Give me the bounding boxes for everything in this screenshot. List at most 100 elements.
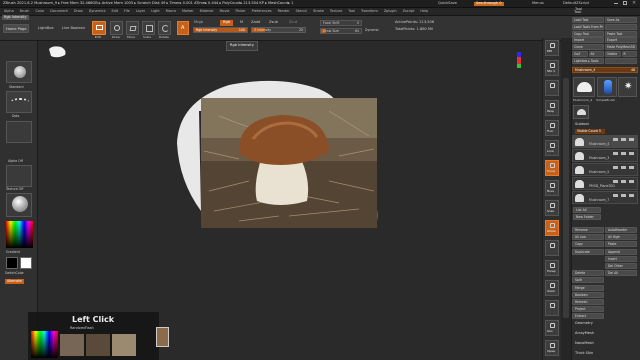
a-button[interactable]: A <box>177 21 189 35</box>
subtool-toggle-icon[interactable] <box>613 166 618 169</box>
rgb-button[interactable]: Rgb <box>220 20 234 26</box>
menu-draw[interactable]: Draw <box>74 9 83 13</box>
subtool-toggle-icon[interactable] <box>613 152 618 155</box>
subtool-toggle-icon[interactable] <box>613 138 618 141</box>
subtool-toggle-icon[interactable] <box>613 180 618 183</box>
tool-button-clone[interactable]: Clone <box>572 44 604 51</box>
alternate-button[interactable]: Alternate <box>5 279 24 285</box>
document-canvas[interactable]: Left Click RandomiFiash <box>28 41 542 360</box>
menu-light[interactable]: Light <box>151 9 159 13</box>
texture-thumbnail[interactable] <box>6 165 32 187</box>
menu-transform[interactable]: Transform <box>361 9 378 13</box>
menu-file[interactable]: File <box>124 9 130 13</box>
list-all-button[interactable]: List All <box>573 207 601 213</box>
right-shelf-button-move[interactable]: Move <box>545 180 559 196</box>
menu-help[interactable]: Help <box>420 9 428 13</box>
right-shelf-button-blank-10[interactable] <box>545 240 559 256</box>
menu-preferences[interactable]: Preferences <box>252 9 272 13</box>
tool-thumb-cylinder[interactable] <box>597 77 617 97</box>
brush-thumbnail[interactable] <box>6 61 32 83</box>
draw-size-slider[interactable]: Draw Size 64 <box>320 28 362 34</box>
close-icon[interactable]: × <box>632 1 636 6</box>
tool-button-blank[interactable] <box>605 57 637 64</box>
menu-tool[interactable]: Tool <box>348 9 355 13</box>
menu-picker[interactable]: Picker <box>236 9 246 13</box>
tool-button-load-tools-from-project[interactable]: Load Tools From Project <box>572 23 604 30</box>
new-folder-button[interactable]: New Folder <box>573 214 601 220</box>
tool-thumb-simplebrush[interactable]: ✷ <box>618 77 637 97</box>
tool-button-blank[interactable] <box>605 23 637 30</box>
menu-macro[interactable]: Macro <box>166 9 176 13</box>
subtool-action-boolean[interactable]: Boolean <box>572 291 604 298</box>
visible-count-slider[interactable]: Visible Count 5 <box>575 129 605 135</box>
dynamic-button[interactable]: Dynamic <box>365 28 379 32</box>
menu-edit[interactable]: Edit <box>111 9 118 13</box>
menu-marker[interactable]: Marker <box>182 9 194 13</box>
axis-gizmo[interactable] <box>517 52 521 68</box>
subtool-action-all-low[interactable]: All Low <box>572 234 604 241</box>
move-button[interactable] <box>126 21 139 35</box>
switch-color-button[interactable]: SwitchColor <box>5 271 24 275</box>
visibility-eye-icon[interactable] <box>629 180 634 183</box>
menu-dynamics[interactable]: Dynamics <box>89 9 106 13</box>
subtool-action-paste[interactable]: Paste <box>605 241 637 248</box>
focal-shift-slider[interactable]: Focal Shift 0 <box>320 20 362 26</box>
scale-button[interactable] <box>142 21 155 35</box>
menu-alpha[interactable]: Alpha <box>4 9 14 13</box>
mrgb-button[interactable]: Mrgb <box>194 20 203 25</box>
menu-render[interactable]: Render <box>278 9 290 13</box>
zsub-button[interactable]: Zsub <box>269 20 278 25</box>
current-tool-slider[interactable]: Mushroom_4 48 <box>572 67 638 73</box>
rgb-intensity-tab[interactable]: Rgb Intensity <box>2 15 29 21</box>
live-boolean-button[interactable]: Live Boolean <box>62 26 85 31</box>
tool-button-export[interactable]: Export <box>605 37 637 44</box>
subtool-action-duplicate[interactable]: Duplicate <box>572 248 604 255</box>
menu-material[interactable]: Material <box>200 9 214 13</box>
tool-thumb-mushroom[interactable] <box>573 77 595 97</box>
menu-layer[interactable]: Layer <box>136 9 145 13</box>
right-shelf-button-xpose[interactable]: Xpose <box>545 340 559 356</box>
zcut-button[interactable]: Zcut <box>289 20 297 25</box>
visibility-eye-icon[interactable] <box>629 138 634 141</box>
tool-button-all[interactable]: All <box>588 51 604 57</box>
subtool-item[interactable]: Mushroom_4 <box>572 135 638 148</box>
menu-movie[interactable]: Movie <box>219 9 229 13</box>
color-picker[interactable] <box>6 221 33 248</box>
menu-color[interactable]: Color <box>35 9 44 13</box>
right-shelf-button-solo[interactable]: Solo <box>545 320 559 336</box>
material-thumbnail[interactable] <box>6 193 32 217</box>
subtool-toggle-icon[interactable] <box>621 180 626 183</box>
draw-button[interactable] <box>110 21 123 35</box>
right-shelf-button-ghost[interactable]: Ghost <box>545 280 559 296</box>
right-shelf-button-frame[interactable]: Frame <box>545 160 559 176</box>
subpalette-arraymesh[interactable]: ArrayMesh <box>575 331 594 336</box>
subtool-toggle-icon[interactable] <box>621 166 626 169</box>
right-shelf-button-scale[interactable]: Scale <box>545 200 559 216</box>
subtool-action-rename[interactable]: Rename <box>572 227 604 233</box>
subtool-toggle-icon[interactable] <box>621 138 626 141</box>
tool-button-visible[interactable]: Visible <box>605 51 621 57</box>
subtool-action-all-high[interactable]: All High <box>605 234 637 241</box>
menu-texture[interactable]: Texture <box>330 9 342 13</box>
tray-scrollbar[interactable] <box>563 78 569 318</box>
see-through-slider[interactable]: See-through 0 <box>474 1 504 6</box>
quicksave-button[interactable]: QuickSave <box>438 1 457 6</box>
menus-toggle[interactable]: Menus <box>532 1 544 6</box>
menu-zscript[interactable]: Zscript <box>403 9 415 13</box>
right-shelf-button-persp[interactable]: Persp <box>545 100 559 116</box>
right-shelf-button-spix-3[interactable]: SPix 3 <box>545 60 559 76</box>
subtool-action-project[interactable]: Project <box>572 306 604 313</box>
tool-button-lightbox-tools[interactable]: Lightbox ▸ Tools <box>572 57 604 64</box>
right-shelf-button-local[interactable]: Local <box>545 140 559 156</box>
right-shelf-button-rotate[interactable]: Rotate <box>545 220 559 236</box>
subpalette-nanomesh[interactable]: NanoMesh <box>575 341 594 346</box>
menu-stroke[interactable]: Stroke <box>313 9 324 13</box>
tool-button-load-tool[interactable]: Load Tool <box>572 17 604 23</box>
subpalette-thick-skin[interactable]: Thick Skin <box>575 351 593 356</box>
subtool-action-del-all[interactable]: Del All <box>605 270 637 277</box>
tool-button-goz[interactable]: GoZ <box>572 51 588 57</box>
alpha-thumbnail[interactable] <box>6 121 32 143</box>
tool-button-save-as[interactable]: Save As <box>605 17 637 23</box>
right-shelf-button-blank-2[interactable] <box>545 80 559 96</box>
subtool-action-merge[interactable]: Merge <box>572 284 604 291</box>
